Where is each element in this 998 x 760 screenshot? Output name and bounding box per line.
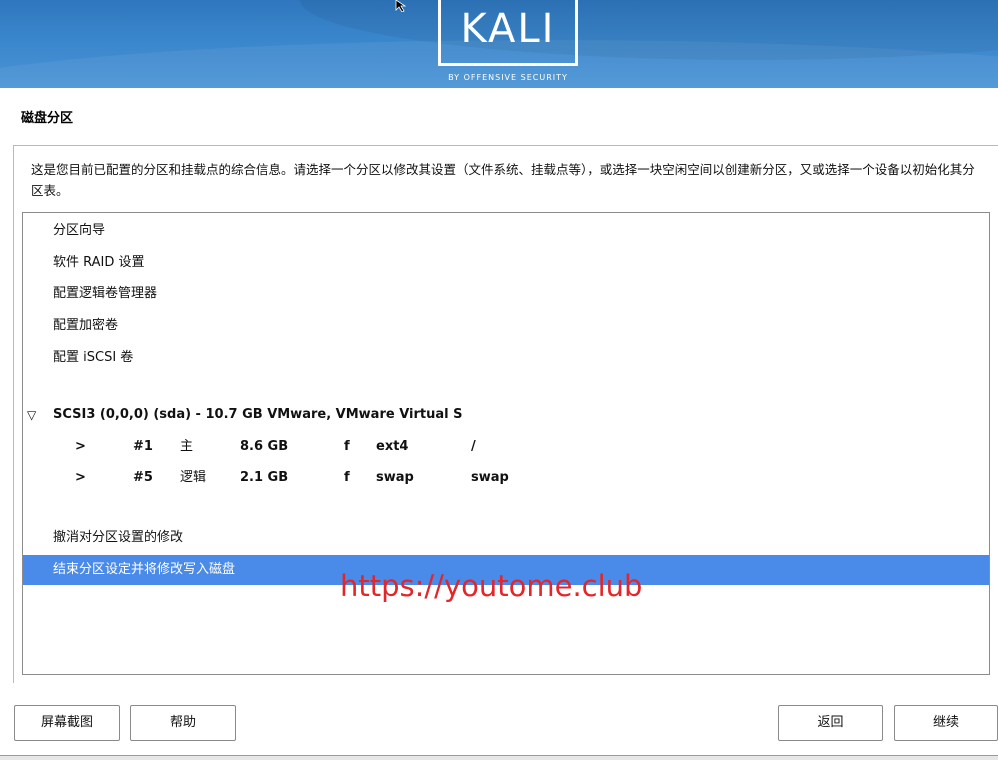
logo-text: KALI bbox=[460, 6, 556, 52]
list-item-partition-1[interactable]: > #1 主 8.6 GB f ext4 / bbox=[23, 432, 989, 462]
partition-mountpoint: / bbox=[471, 439, 476, 454]
partition-flag: f bbox=[344, 439, 350, 454]
list-item-disk-sda[interactable]: ▽ SCSI3 (0,0,0) (sda) - 10.7 GB VMware, … bbox=[23, 400, 989, 430]
partition-filesystem: ext4 bbox=[376, 439, 409, 454]
list-item-software-raid[interactable]: 软件 RAID 设置 bbox=[23, 248, 989, 278]
page-title: 磁盘分区 bbox=[21, 111, 74, 126]
partition-flag: f bbox=[344, 470, 350, 485]
partition-type: 逻辑 bbox=[180, 470, 207, 485]
continue-button[interactable]: 继续 bbox=[894, 705, 998, 741]
watermark-url: https://youtome.club bbox=[340, 569, 643, 603]
list-item-undo-changes[interactable]: 撤消对分区设置的修改 bbox=[23, 523, 989, 553]
list-item-partition-5[interactable]: > #5 逻辑 2.1 GB f swap swap bbox=[23, 463, 989, 493]
list-item-iscsi[interactable]: 配置 iSCSI 卷 bbox=[23, 343, 989, 373]
header-banner: KALI BY OFFENSIVE SECURITY bbox=[0, 0, 998, 88]
screenshot-button[interactable]: 屏幕截图 bbox=[14, 705, 120, 741]
partition-filesystem: swap bbox=[376, 470, 414, 485]
collapse-triangle-icon: ▽ bbox=[27, 408, 37, 422]
partition-list[interactable]: 分区向导 软件 RAID 设置 配置逻辑卷管理器 配置加密卷 配置 iSCSI … bbox=[22, 212, 990, 675]
partition-type: 主 bbox=[180, 439, 194, 454]
partition-size: 2.1 GB bbox=[240, 470, 289, 485]
partition-size: 8.6 GB bbox=[240, 439, 289, 454]
mouse-cursor-icon bbox=[395, 0, 407, 12]
bottom-divider bbox=[0, 755, 998, 760]
partition-number: #5 bbox=[133, 470, 153, 485]
disk-label: SCSI3 (0,0,0) (sda) - 10.7 GB VMware, VM… bbox=[53, 407, 463, 422]
page-description: 这是您目前已配置的分区和挂载点的综合信息。请选择一个分区以修改其设置（文件系统、… bbox=[31, 162, 975, 198]
partition-arrow-icon: > bbox=[75, 470, 86, 485]
logo-subtitle: BY OFFENSIVE SECURITY bbox=[448, 73, 568, 82]
partition-mountpoint: swap bbox=[471, 470, 509, 485]
list-item-guided-partitioning[interactable]: 分区向导 bbox=[23, 216, 989, 246]
partition-arrow-icon: > bbox=[75, 439, 86, 454]
partition-number: #1 bbox=[133, 439, 153, 454]
list-item-encrypted-volumes[interactable]: 配置加密卷 bbox=[23, 311, 989, 341]
list-item-lvm[interactable]: 配置逻辑卷管理器 bbox=[23, 279, 989, 309]
back-button[interactable]: 返回 bbox=[778, 705, 883, 741]
kali-logo: KALI BY OFFENSIVE SECURITY bbox=[438, 0, 578, 86]
help-button[interactable]: 帮助 bbox=[130, 705, 236, 741]
